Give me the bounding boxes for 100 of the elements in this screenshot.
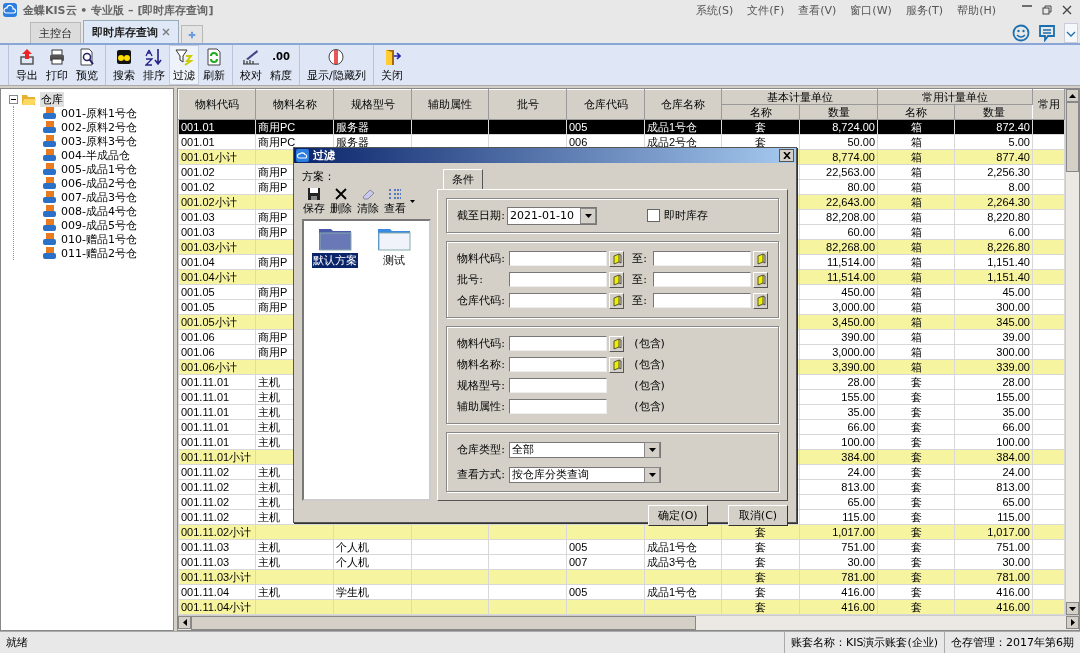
tree-item[interactable]: 008-成品4号仓: [60, 203, 138, 219]
column-header[interactable]: 批号: [488, 89, 567, 120]
tree-item[interactable]: 005-成品1号仓: [60, 161, 138, 177]
scroll-thumb[interactable]: [1066, 102, 1079, 172]
tree-item[interactable]: 仓库: [40, 91, 64, 107]
table-cell: 450.00: [841, 285, 875, 298]
scheme-tool-button[interactable]: 删除: [329, 187, 353, 216]
checkbox[interactable]: [647, 209, 660, 222]
vertical-scrollbar[interactable]: [1065, 89, 1079, 615]
close-button[interactable]: [779, 149, 794, 162]
input-field[interactable]: [653, 293, 751, 308]
tab[interactable]: 即时库存查询: [83, 20, 179, 43]
tree-item[interactable]: 004-半成品仓: [60, 147, 131, 163]
dropdown-arrow-icon[interactable]: [410, 200, 415, 203]
toolbar-button[interactable]: 关闭: [376, 45, 407, 85]
tree-item[interactable]: 003-原料3号仓: [60, 133, 138, 149]
tab[interactable]: 条件: [443, 169, 484, 189]
lookup-button[interactable]: [753, 271, 768, 288]
filter-icon: [175, 47, 193, 66]
dialog-button[interactable]: 取消(C): [728, 505, 788, 526]
scheme-tool-button[interactable]: 保存: [302, 187, 326, 216]
scroll-down-button[interactable]: [1066, 602, 1079, 615]
horizontal-scrollbar[interactable]: [178, 615, 1079, 630]
toolbar-button[interactable]: 预览: [72, 45, 102, 85]
tree-item[interactable]: 011-赠品2号仓: [60, 245, 138, 261]
column-header[interactable]: 物料代码: [178, 89, 256, 120]
scheme-tool-button[interactable]: 查看: [383, 187, 407, 216]
table-cell: 781.00: [996, 570, 1030, 583]
tree-item[interactable]: 009-成品5号仓: [60, 217, 138, 233]
tree-item[interactable]: 001-原料1号仓: [60, 105, 138, 121]
scroll-thumb[interactable]: [191, 616, 696, 630]
tree-item[interactable]: 006-成品2号仓: [60, 175, 138, 191]
chevron-down-icon[interactable]: [1064, 23, 1078, 43]
toolbar-button[interactable]: 导出: [12, 45, 42, 85]
input-field[interactable]: [509, 378, 608, 393]
field-label: 至:: [632, 293, 647, 308]
lookup-button[interactable]: [609, 356, 625, 373]
dropdown[interactable]: 按仓库分类查询: [509, 466, 662, 483]
lookup-button[interactable]: [753, 292, 768, 309]
column-header[interactable]: 常用: [1032, 89, 1065, 120]
toolbar-button[interactable]: 打印: [42, 45, 72, 85]
scroll-right-button[interactable]: [1066, 616, 1079, 629]
toolbar-button[interactable]: .00 精度: [266, 45, 296, 85]
table-cell: 商用P: [258, 210, 288, 223]
toolbar-button[interactable]: 校对: [236, 45, 266, 85]
close-icon[interactable]: [162, 28, 170, 36]
menu-item[interactable]: 查看(V): [798, 2, 837, 18]
dialog-button[interactable]: 确定(O): [648, 505, 708, 526]
lookup-button[interactable]: [609, 271, 625, 288]
menu-item[interactable]: 服务(T): [905, 2, 944, 18]
scroll-left-button[interactable]: [178, 616, 191, 629]
input-field[interactable]: [509, 399, 608, 414]
table-cell: 28.00: [847, 375, 875, 388]
column-header[interactable]: 仓库名称: [644, 89, 722, 120]
table-cell: 001.01小计: [181, 150, 237, 163]
tree-item[interactable]: 010-赠品1号仓: [60, 231, 138, 247]
input-field[interactable]: [509, 272, 608, 287]
scheme-item[interactable]: 默认方案: [312, 227, 358, 268]
table-cell: 751.00: [996, 540, 1030, 553]
toolbar-button[interactable]: 过滤: [169, 45, 199, 85]
table-cell: 001.01: [181, 120, 215, 133]
scheme-item[interactable]: 测试: [376, 227, 412, 268]
toolbar-button[interactable]: 刷新: [199, 45, 229, 85]
table-cell: 主机: [258, 405, 280, 418]
input-field[interactable]: [653, 272, 751, 287]
input-field[interactable]: [509, 336, 608, 351]
tree-item[interactable]: 007-成品3号仓: [60, 189, 138, 205]
toolbar-button[interactable]: 排序: [139, 45, 169, 85]
table-cell: 416.00: [996, 600, 1030, 613]
toolbar-button[interactable]: 显示/隐藏列: [303, 45, 370, 85]
column-header[interactable]: 辅助属性: [411, 89, 489, 120]
table-cell: 商用P: [258, 225, 288, 238]
book-icon: [611, 252, 623, 265]
menu-item[interactable]: 帮助(H): [957, 2, 996, 18]
tab[interactable]: 主控台: [30, 22, 81, 43]
date-picker[interactable]: 2021-01-10: [507, 206, 597, 225]
menu-item[interactable]: 系统(S): [695, 2, 734, 18]
menu-item[interactable]: 文件(F): [747, 2, 785, 18]
input-field[interactable]: [653, 251, 751, 266]
lookup-button[interactable]: [609, 250, 625, 267]
column-header[interactable]: 仓库代码: [566, 89, 645, 120]
collapse-icon[interactable]: [9, 94, 18, 104]
input-field[interactable]: [509, 357, 608, 372]
table-cell: 商用P: [258, 285, 288, 298]
toolbar-button[interactable]: 搜索: [109, 45, 139, 85]
scheme-tool-button[interactable]: 清除: [356, 187, 380, 216]
tree-item[interactable]: 002-原料2号仓: [60, 119, 138, 135]
table-cell: 3,000.00: [832, 300, 875, 313]
scroll-up-button[interactable]: [1066, 89, 1079, 102]
lookup-button[interactable]: [609, 335, 625, 352]
input-field[interactable]: [509, 293, 608, 308]
lookup-button[interactable]: [753, 250, 768, 267]
dropdown[interactable]: 全部: [509, 441, 662, 458]
lookup-button[interactable]: [609, 292, 625, 309]
table-cell: 001.11.01: [181, 390, 230, 403]
field-label: 截至日期:: [457, 208, 505, 223]
input-field[interactable]: [509, 251, 608, 266]
column-header[interactable]: 规格型号: [333, 89, 412, 120]
column-header[interactable]: 物料名称: [255, 89, 334, 120]
menu-item[interactable]: 窗口(W): [850, 2, 892, 18]
